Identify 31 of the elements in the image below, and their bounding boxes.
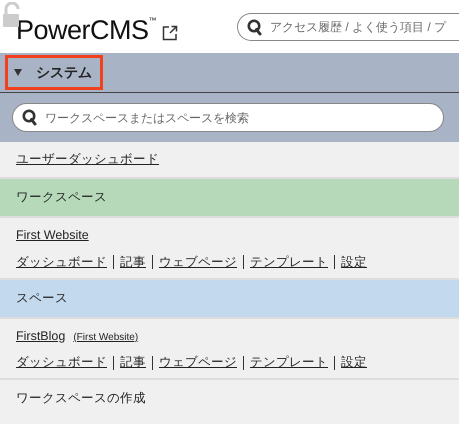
- menu-link[interactable]: ダッシュボード: [16, 252, 107, 272]
- menu-title[interactable]: システム: [5, 55, 103, 90]
- dashboard-link[interactable]: ユーザーダッシュボード: [16, 150, 159, 169]
- menu-link[interactable]: ウェブページ: [159, 252, 237, 272]
- menu-link[interactable]: 記事: [120, 353, 146, 372]
- divider: [334, 255, 335, 270]
- section-header: ワークスペース: [0, 179, 459, 218]
- search-field[interactable]: ワークスペースまたはスペースを検索: [12, 103, 444, 132]
- logo: PowerCMS™: [16, 17, 156, 44]
- menu-link[interactable]: テンプレート: [250, 252, 328, 272]
- divider: [152, 255, 153, 270]
- menu-link[interactable]: 記事: [120, 252, 146, 272]
- menu-link[interactable]: テンプレート: [250, 353, 328, 372]
- menu-link[interactable]: 設定: [341, 252, 367, 272]
- caret-icon: [14, 69, 22, 76]
- divider: [334, 356, 335, 370]
- menu-link[interactable]: ウェブページ: [159, 353, 237, 372]
- create-workspace-link[interactable]: ワークスペースの作成: [16, 388, 146, 408]
- divider: [113, 356, 114, 370]
- divider: [243, 255, 244, 270]
- divider: [152, 356, 153, 370]
- section-header: スペース: [0, 280, 459, 318]
- parent-site-link[interactable]: (First Website): [73, 330, 138, 344]
- search-field[interactable]: アクセス履歴 / よく使う項目 / プ: [237, 12, 459, 40]
- menu-link[interactable]: 設定: [341, 353, 367, 372]
- menu-link[interactable]: ダッシュボード: [16, 353, 107, 372]
- site-link[interactable]: First Website: [16, 226, 89, 245]
- divider: [243, 356, 244, 370]
- external-link-icon[interactable]: [162, 24, 178, 40]
- site-link[interactable]: FirstBlog: [16, 326, 66, 346]
- divider: [113, 255, 114, 270]
